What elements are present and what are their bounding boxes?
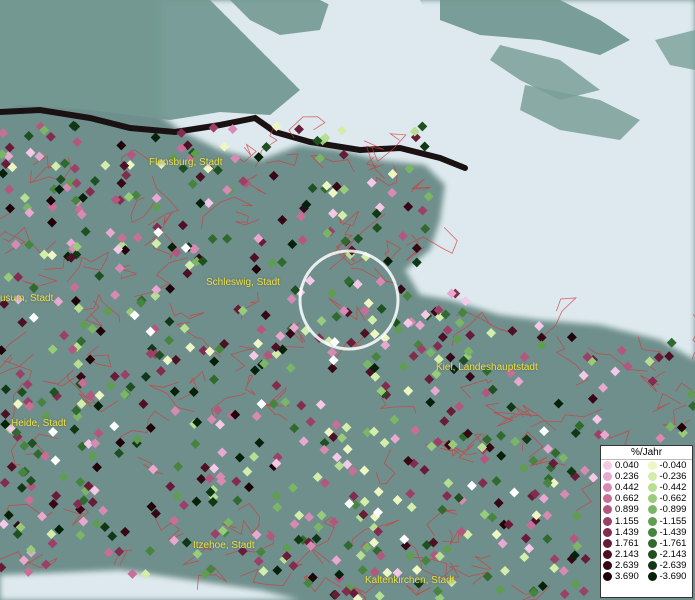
legend-item: -1.439 [647,526,693,538]
legend-item: -0.442 [647,482,693,494]
legend-item: -2.639 [647,559,693,571]
legend-label: 3.690 [615,570,639,582]
legend-swatch [647,549,657,559]
legend-label: 2.639 [615,559,639,571]
legend-label: -2.639 [659,559,687,571]
map-view[interactable]: Flensburg, Stadt Schleswig, Stadt usum, … [0,0,695,600]
legend-swatch [603,472,612,482]
legend-label: 0.236 [615,471,639,483]
legend-swatch [647,483,657,493]
city-label-itzehoe[interactable]: Itzehoe, Stadt [193,540,255,551]
legend-positive-column: 0.040 0.236 0.442 0.662 0.899 1.155 1.439 1.761… [603,460,648,582]
legend-swatch [603,571,612,581]
legend-label: 0.662 [615,493,639,505]
legend-swatch [647,527,657,537]
city-label-kaltenkirchen[interactable]: Kaltenkirchen, Stadt [365,575,455,586]
city-label-husum[interactable]: usum, Stadt [0,293,53,304]
legend-item: -0.236 [647,471,693,483]
legend-swatch [647,560,657,570]
legend-label: -0.442 [659,482,687,494]
city-label-flensburg[interactable]: Flensburg, Stadt [149,157,222,168]
legend-item: 1.761 [603,538,648,549]
legend-label: 0.040 [615,460,639,472]
city-label-schleswig[interactable]: Schleswig, Stadt [206,277,280,288]
legend-label: -2.143 [659,548,687,560]
legend-label: -0.662 [659,493,687,505]
legend-item: -0.899 [647,504,693,516]
legend-swatch [647,461,657,471]
legend-title: %/Jahr [601,446,692,460]
legend-swatch [647,538,657,548]
legend-panel: %/Jahr 0.040 0.236 0.442 0.662 0.899 1.155 1.4… [600,445,693,598]
legend-item: 2.143 [603,549,648,560]
legend-item: 0.442 [603,482,648,493]
legend-item: 2.639 [603,560,648,571]
legend-swatch [647,505,657,515]
legend-label: 0.899 [615,504,639,516]
legend-item: -2.143 [647,548,693,560]
legend-swatch [603,483,612,493]
legend-item: 0.040 [603,460,648,471]
legend-item: -3.690 [647,570,693,582]
legend-label: 1.155 [615,515,639,527]
legend-item: 0.662 [603,493,648,504]
legend-swatch [603,527,612,537]
legend-label: -1.761 [659,537,687,549]
legend-item: -1.155 [647,515,693,527]
legend-swatch [603,560,612,570]
legend-swatch [647,472,657,482]
legend-item: -0.040 [647,460,693,472]
legend-label: 0.442 [615,482,639,494]
legend-swatch [603,538,612,548]
legend-swatch [603,505,612,515]
legend-negative-column: -0.040 -0.236 -0.442 -0.662 -0.899 -1.155 -1.4… [647,460,693,582]
legend-swatch [603,494,612,504]
legend-swatch [647,571,657,581]
legend-label: 1.761 [615,537,639,549]
city-label-kiel[interactable]: Kiel, Landeshauptstadt [436,362,538,373]
legend-label: -3.690 [659,570,687,582]
legend-item: -0.662 [647,493,693,505]
city-label-heide[interactable]: Heide, Stadt [11,418,66,429]
legend-label: -0.040 [659,460,687,472]
legend-item: -1.761 [647,537,693,549]
map-canvas[interactable] [0,0,695,600]
legend-swatch [603,516,612,526]
legend-swatch [603,549,612,559]
legend-swatch [647,494,657,504]
legend-label: 2.143 [615,548,639,560]
legend-swatch [647,516,657,526]
legend-item: 0.899 [603,504,648,515]
legend-item: 3.690 [603,571,648,582]
legend-swatch [603,461,612,471]
legend-label: 1.439 [615,526,639,538]
legend-item: 1.439 [603,527,648,538]
legend-label: -0.236 [659,471,687,483]
legend-label: -1.439 [659,526,687,538]
legend-item: 0.236 [603,471,648,482]
legend-item: 1.155 [603,515,648,527]
legend-label: -0.899 [659,504,687,516]
legend-label: -1.155 [659,515,687,527]
